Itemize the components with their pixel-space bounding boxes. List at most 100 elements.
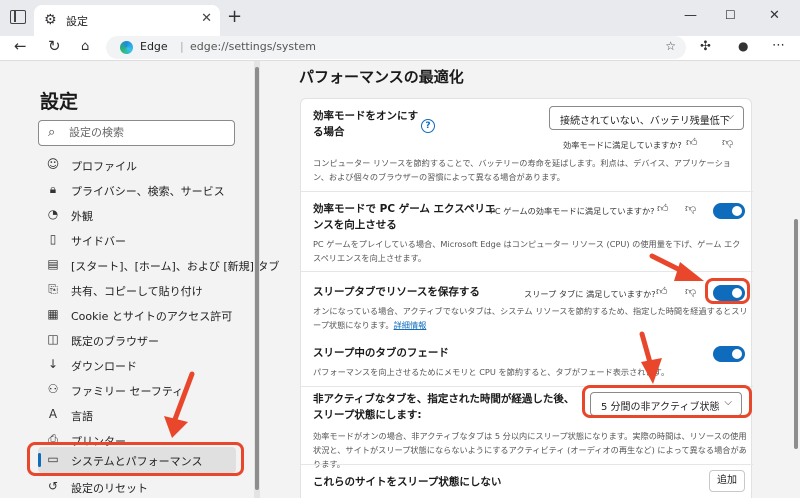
tab-strip: ⚙ 設定 ✕ + — ☐ ✕	[0, 0, 800, 36]
sidebar-item-profile[interactable]: ☺ プロファイル	[38, 153, 236, 177]
sidebar-title: 設定	[40, 91, 79, 113]
annotation-arrow-icon	[649, 253, 704, 281]
family-icon: ⚇	[47, 382, 59, 396]
edge-logo-icon	[120, 41, 133, 54]
sidebar-item-share[interactable]: ⎘ 共有、コピーして貼り付け	[38, 278, 236, 302]
settings-sidebar: 設定 ⌕ ☺ プロファイル 🔒︎ プライバシー、検索、サービス ◔ 外観 ▯ サ…	[0, 61, 279, 498]
sidebar-item-label: プライバシー、検索、サービス	[71, 185, 225, 198]
sidebar-item-label: ダウンロード	[71, 360, 137, 373]
efficiency-mode-value: 接続されていない、バッテリ残量低下	[560, 116, 730, 127]
sidebar-item-label: プロファイル	[71, 160, 137, 173]
back-icon[interactable]: ←	[14, 37, 27, 55]
share-icon: ⎘	[48, 282, 58, 296]
chevron-down-icon: ⌵	[726, 111, 734, 122]
sleeping-tabs-feedback-question: スリープ タブに 満足していますか?	[524, 289, 656, 299]
scrollbar-thumb[interactable]	[794, 219, 798, 449]
sidebar-item-label: 共有、コピーして貼り付け	[71, 285, 203, 298]
pc-game-title: 効率モードで PC ゲーム エクスペリエンスを向上させる	[313, 203, 496, 231]
sidebar-item-label: 設定のリセット	[71, 482, 148, 495]
thumbs-down-icon[interactable]: 👎︎	[722, 136, 733, 149]
sidebar-item-default-browser[interactable]: ◫ 既定のブラウザー	[38, 328, 236, 352]
sidebar-item-appearance[interactable]: ◔ 外観	[38, 203, 236, 227]
thumbs-down-icon[interactable]: 👎︎	[685, 285, 696, 298]
sidebar-item-languages[interactable]: A 言語	[38, 403, 236, 427]
pc-game-toggle[interactable]	[713, 203, 745, 219]
section-title: パフォーマンスの最適化	[299, 68, 464, 86]
efficiency-mode-title: 効率モードをオンにする場合	[313, 110, 419, 138]
sidebar-icon: ▯	[49, 232, 57, 246]
sidebar-item-reset[interactable]: ↺ 設定のリセット	[38, 475, 236, 498]
pc-game-feedback-question: PC ゲームの効率モードに満足していますか?	[490, 206, 655, 216]
more-menu-icon[interactable]: ⋯	[772, 38, 785, 53]
sidebar-item-cookies[interactable]: ▦ Cookie とサイトのアクセス許可	[38, 303, 236, 327]
minimize-icon[interactable]: —	[684, 8, 697, 23]
help-icon[interactable]: ?	[421, 119, 435, 133]
refresh-icon[interactable]: ↻	[48, 37, 61, 55]
omnibox-separator: |	[180, 40, 184, 53]
divider	[301, 191, 753, 192]
omnibox-label: Edge	[140, 40, 168, 53]
sidebar-item-label: 言語	[71, 410, 93, 423]
cookie-icon: ▦	[47, 307, 59, 321]
annotation-arrow-icon	[164, 371, 195, 438]
performance-card: 効率モードをオンにする場合 ? 接続されていない、バッテリ残量低下 ⌵ 効率モー…	[300, 98, 753, 498]
sleeping-tabs-description-text: オンになっている場合、アクティブでないタブは、システム リソースを節約するため、…	[313, 306, 748, 330]
efficiency-mode-select[interactable]: 接続されていない、バッテリ残量低下 ⌵	[549, 106, 744, 130]
tab-settings[interactable]: ⚙ 設定 ✕	[34, 5, 220, 36]
home-icon[interactable]: ⌂	[81, 39, 89, 54]
sidebar-item-label: サイドバー	[71, 235, 126, 248]
tab-title: 設定	[66, 15, 88, 28]
fade-tabs-title: スリープ中のタブのフェード	[313, 347, 449, 359]
lock-icon: 🔒︎	[49, 182, 57, 196]
add-site-button[interactable]: 追加	[709, 470, 745, 492]
sidebar-item-privacy[interactable]: 🔒︎ プライバシー、検索、サービス	[38, 178, 236, 202]
extensions-icon[interactable]: ✣	[700, 39, 711, 54]
search-icon: ⌕	[48, 125, 56, 140]
thumbs-up-icon[interactable]: 👍︎	[657, 202, 669, 215]
browser-icon: ◫	[47, 332, 59, 346]
divider	[301, 464, 753, 465]
profile-avatar-icon[interactable]: ●	[738, 39, 748, 53]
home-tab-icon: ▤	[47, 257, 59, 271]
sidebar-item-downloads[interactable]: ↓ ダウンロード	[38, 353, 236, 377]
annotation-arrow-icon	[639, 331, 662, 384]
address-toolbar: ← ↻ ⌂ Edge | edge://settings/system ☆ ✣ …	[0, 36, 800, 61]
sleeping-tabs-description: オンになっている場合、アクティブでないタブは、システム リソースを節約するため、…	[313, 304, 751, 332]
profile-icon: ☺	[46, 157, 60, 171]
appearance-icon: ◔	[47, 207, 59, 221]
sidebar-item-start-home[interactable]: ▤ [スタート]、[ホーム]、および [新規] タブ	[38, 253, 279, 277]
download-icon: ↓	[47, 357, 59, 371]
new-tab-icon[interactable]: +	[227, 8, 242, 26]
sidebar-scrollbar[interactable]	[254, 61, 260, 498]
address-bar[interactable]: Edge | edge://settings/system ☆	[106, 36, 686, 59]
sidebar-item-label: Cookie とサイトのアクセス許可	[71, 310, 233, 323]
sidebar-item-label: 既定のブラウザー	[71, 335, 159, 348]
sleeping-tabs-title: スリープタブでリソースを保存する	[313, 286, 480, 298]
annotation-highlight-system	[27, 442, 244, 476]
fade-tabs-description: パフォーマンスを向上させるためにメモリと CPU を節約すると、タブがフェード表…	[313, 367, 670, 377]
learn-more-link[interactable]: 詳細情報	[394, 320, 427, 330]
favorite-star-icon[interactable]: ☆	[665, 39, 676, 53]
fade-tabs-toggle[interactable]	[713, 346, 745, 362]
settings-search[interactable]: ⌕	[38, 120, 235, 146]
sidebar-item-label: 外観	[71, 210, 93, 223]
search-input[interactable]	[69, 126, 229, 139]
close-icon[interactable]: ✕	[201, 11, 212, 26]
thumbs-up-icon[interactable]: 👍︎	[656, 285, 668, 298]
annotation-highlight-sleeping-toggle	[705, 278, 750, 304]
tab-actions-icon[interactable]	[10, 10, 26, 24]
gear-icon: ⚙	[44, 12, 57, 28]
window-close-icon[interactable]: ✕	[769, 8, 780, 23]
sidebar-item-sidebar[interactable]: ▯ サイドバー	[38, 228, 236, 252]
sidebar-item-family[interactable]: ⚇ ファミリー セーフティ	[38, 378, 236, 402]
maximize-icon[interactable]: ☐	[725, 8, 736, 22]
efficiency-feedback-question: 効率モードに満足していますか?	[563, 140, 682, 150]
main-scrollbar[interactable]	[792, 61, 800, 498]
reset-icon: ↺	[47, 479, 59, 493]
sidebar-item-label: [スタート]、[ホーム]、および [新規] タブ	[71, 260, 280, 273]
annotation-highlight-inactive-select	[582, 385, 752, 418]
url-text[interactable]: edge://settings/system	[190, 40, 316, 53]
thumbs-up-icon[interactable]: 👍︎	[686, 136, 698, 149]
never-sleep-title: これらのサイトをスリープ状態にしない	[313, 476, 502, 488]
thumbs-down-icon[interactable]: 👎︎	[685, 202, 696, 215]
